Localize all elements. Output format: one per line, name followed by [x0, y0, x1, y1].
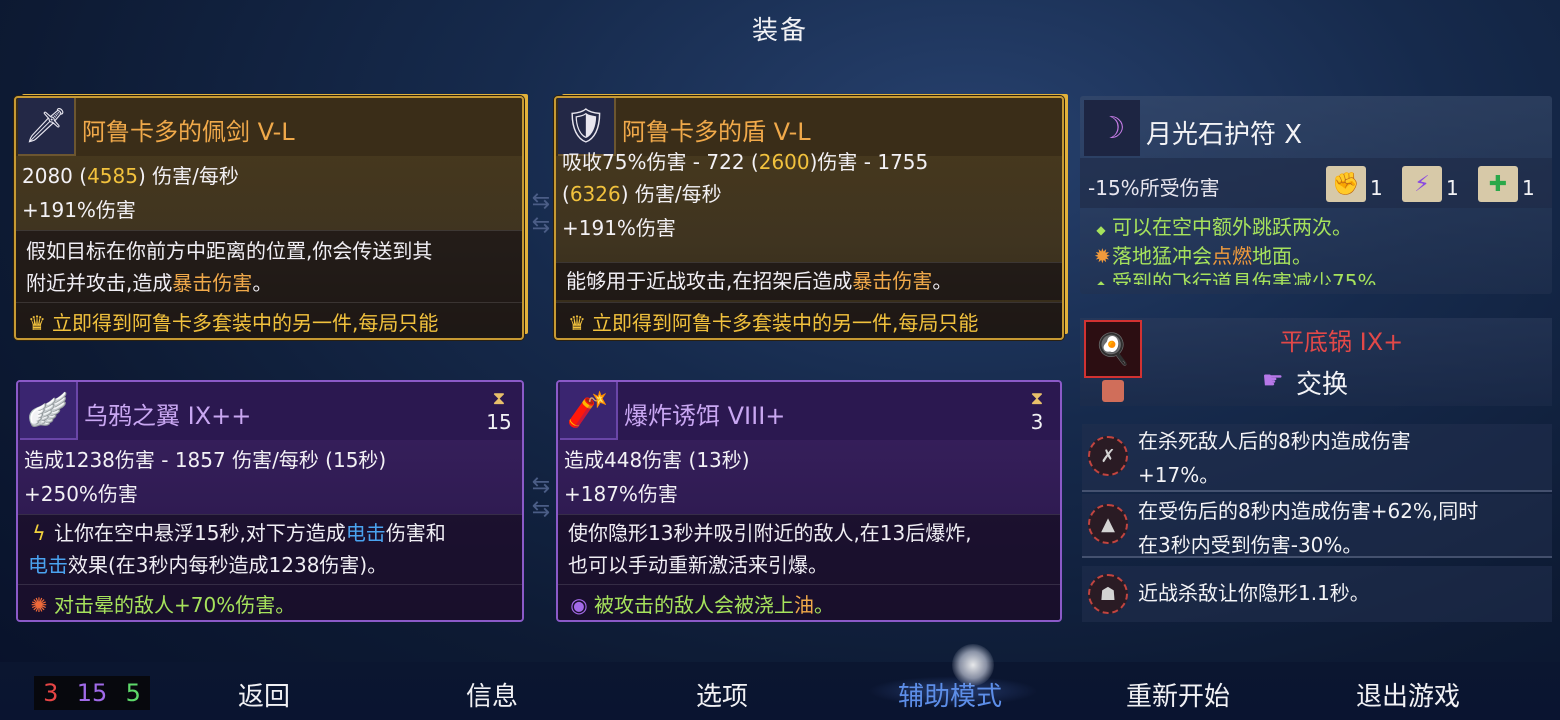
amulet-stat-row: -15%所受伤害 ✊ 1 ⚡ 1 ✚ 1	[1080, 158, 1552, 208]
survival-scroll-icon: ✚ 1	[1478, 166, 1535, 206]
options-button[interactable]: 选项	[642, 676, 802, 713]
bullet-icon: ◆	[1096, 278, 1106, 285]
sword-icon: 🗡	[18, 98, 76, 156]
amulet-panel[interactable]: ☽ 月光石护符 X -15%所受伤害 ✊ 1 ⚡ 1 ✚ 1 ◆ 可以在空中额外跳跃两次…	[1080, 96, 1552, 294]
swap-arrows-icon: ⇆ ⇆	[531, 189, 551, 238]
brutality-scroll-icon: ✊ 1	[1326, 166, 1383, 206]
swap-arrows-icon: ⇆ ⇆	[531, 473, 551, 522]
crown-icon: ♛	[568, 311, 586, 335]
card-header: 🧨 爆炸诱饵 VIII+ ⧗ 3	[558, 382, 1060, 440]
raven-wings-icon: 🪽	[20, 382, 78, 440]
back-button[interactable]: 返回	[184, 676, 344, 713]
legendary-affix: ♛ 立即得到阿鲁卡多套装中的另一件,每局只能	[16, 302, 522, 338]
cooldown: ⧗ 3	[1022, 388, 1052, 434]
hourglass-icon: ⧗	[492, 388, 506, 409]
backpack-icon	[1102, 380, 1124, 402]
quit-button[interactable]: 退出游戏	[1328, 676, 1488, 713]
weapon-damage-bonus: +191%伤害	[562, 216, 676, 240]
bullet-icon: ◆	[1096, 223, 1106, 237]
fire-icon: ✹	[1094, 244, 1111, 268]
skill-damage-bonus: +187%伤害	[564, 482, 678, 506]
card-header: 🪽 乌鸦之翼 IX++ ⧗ 15	[18, 382, 522, 440]
amulet-name: 月光石护符 X	[1146, 120, 1303, 150]
skill-name: 乌鸦之翼 IX++	[84, 402, 252, 430]
weapon-description: 假如目标在你前方中距离的位置,你会传送到其 附近并攻击,造成暴击伤害。	[16, 230, 522, 302]
skill-damage: 造成1238伤害 - 1857 伤害/每秒 (15秒)	[24, 448, 387, 472]
cooldown: ⧗ 15	[484, 388, 514, 434]
crossbow-kill-icon: ✗	[1088, 436, 1128, 476]
page-title: 装备	[751, 16, 808, 46]
hourglass-icon: ⧗	[1030, 388, 1044, 409]
mutation-item[interactable]: ☗ 近战杀敌让你隐形1.1秒。	[1082, 566, 1552, 622]
info-button[interactable]: 信息	[412, 676, 572, 713]
weapon-card-shield[interactable]: 🛡 阿鲁卡多的盾 V-L 吸收75%伤害 - 722 (2600)伤害 - 17…	[554, 96, 1064, 340]
skill-description: ϟ 让你在空中悬浮15秒,对下方造成电击伤害和 电击效果(在3秒内每秒造成1238…	[18, 514, 522, 584]
shock-icon: ϟ	[32, 521, 46, 545]
skill-affix: ✺ 对击晕的敌人+70%伤害。	[18, 584, 522, 620]
swap-button[interactable]: ☛ 交换	[1262, 364, 1348, 401]
cursor-glow	[952, 644, 994, 686]
legendary-affix: ♛ 立即得到阿鲁卡多套装中的另一件,每局只能	[556, 302, 1062, 338]
skill-card-decoy[interactable]: 🧨 爆炸诱饵 VIII+ ⧗ 3 造成448伤害 (13秒) +187%伤害 使你…	[556, 380, 1062, 622]
mutation-item[interactable]: ✗ 在杀死敌人后的8秒内造成伤害 +17%。	[1082, 424, 1552, 492]
skill-name: 爆炸诱饵 VIII+	[624, 402, 786, 430]
weapon-dps: 2080 (4585) 伤害/每秒	[22, 164, 239, 188]
moonstone-amulet-icon: ☽	[1084, 100, 1140, 156]
oil-icon: ◉	[570, 593, 588, 617]
explosive-decoy-icon: 🧨	[560, 382, 618, 440]
backpack-panel: 🍳 平底锅 IX+ ☛ 交换	[1080, 318, 1552, 406]
survival-count: 5	[125, 679, 141, 707]
brutality-count: 3	[43, 679, 59, 707]
assist-mode-button[interactable]: 辅助模式	[870, 676, 1030, 713]
weapon-name: 阿鲁卡多的盾 V-L	[622, 118, 811, 146]
frying-pan-icon: 🍳	[1084, 320, 1142, 378]
backpack-item-name: 平底锅 IX+	[1280, 328, 1404, 356]
weapon-damage-bonus: +191%伤害	[22, 198, 136, 222]
amulet-stat: -15%所受伤害	[1088, 176, 1220, 200]
skill-description: 使你隐形13秒并吸引附近的敌人,在13后爆炸, 也可以手动重新激活来引爆。	[558, 514, 1060, 584]
stun-icon: ✺	[30, 593, 48, 617]
mutation-item[interactable]: ▲ 在受伤后的8秒内造成伤害+62%,同时 在3秒内受到伤害-30%。	[1082, 494, 1552, 558]
bottom-menu-bar: 3 15 5 返回 信息 选项 重新开始 退出游戏	[0, 662, 1560, 720]
skill-affix: ◉ 被攻击的敌人会被浇上油。	[558, 584, 1060, 620]
shield-dps-stat: (6326) 伤害/每秒	[562, 182, 722, 206]
swap-icon: ☛	[1262, 366, 1284, 394]
tactics-count: 15	[76, 679, 108, 707]
weapon-card-sword[interactable]: 🗡 阿鲁卡多的佩剑 V-L 2080 (4585) 伤害/每秒 +191%伤害 …	[14, 96, 524, 340]
amulet-effects: ◆ 可以在空中额外跳跃两次。 ✹落地猛冲会点燃地面。 ◆ 受到的飞行道具伤害减少75…	[1094, 214, 1376, 285]
restart-button[interactable]: 重新开始	[1098, 676, 1258, 713]
crown-icon: ♛	[28, 311, 46, 335]
skill-damage-bonus: +250%伤害	[24, 482, 138, 506]
shield-block-stat: 吸收75%伤害 - 722 (2600)伤害 - 1755	[562, 150, 929, 174]
wounded-mutation-icon: ▲	[1088, 504, 1128, 544]
stealth-mutation-icon: ☗	[1088, 574, 1128, 614]
card-header: 🗡 阿鲁卡多的佩剑 V-L	[16, 98, 522, 156]
skill-damage: 造成448伤害 (13秒)	[564, 448, 750, 472]
weapon-name: 阿鲁卡多的佩剑 V-L	[82, 118, 295, 146]
skill-card-wings[interactable]: 🪽 乌鸦之翼 IX++ ⧗ 15 造成1238伤害 - 1857 伤害/每秒 (1…	[16, 380, 524, 622]
scroll-stats: 3 15 5	[34, 676, 150, 710]
weapon-description: 能够用于近战攻击,在招架后造成暴击伤害。	[556, 262, 1062, 300]
tactics-scroll-icon: ⚡ 1	[1402, 166, 1459, 206]
